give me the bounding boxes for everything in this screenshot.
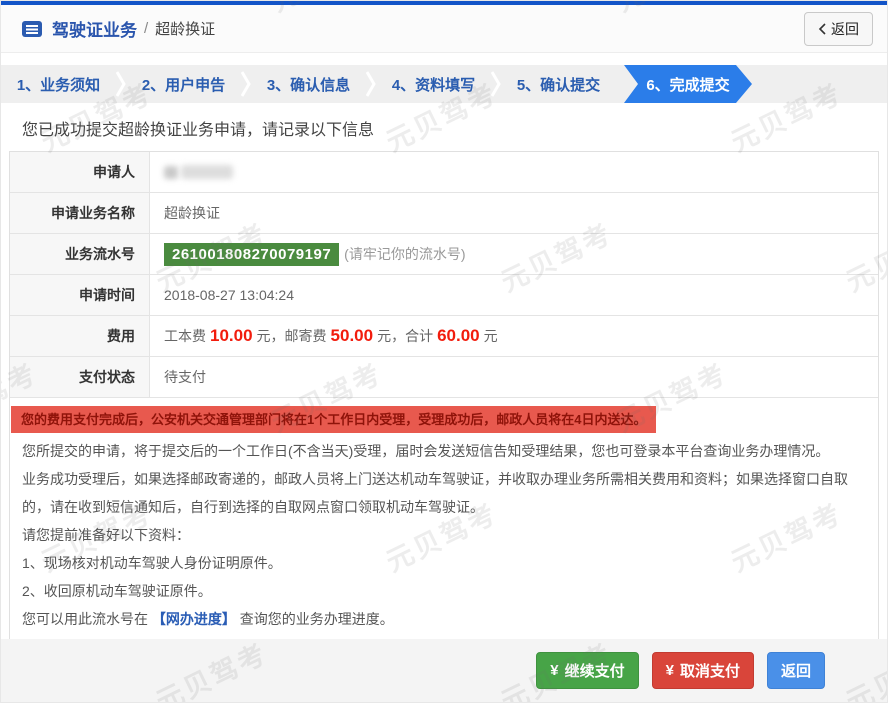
serial-label: 业务流水号: [10, 234, 150, 274]
cancel-payment-label: 取消支付: [679, 663, 740, 680]
table-row-serial: 业务流水号 261001808270079197 (请牢记你的流水号): [10, 234, 878, 275]
serial-number-badge: 261001808270079197: [164, 242, 340, 266]
breadcrumb-current: 超龄换证: [155, 21, 216, 38]
fee-item2-unit: 元，: [377, 328, 406, 344]
progress-note: 您可以用此流水号在 【网办进度】 查询您的业务办理进度。: [22, 605, 866, 633]
table-row-business-name: 申请业务名称 超龄换证: [10, 193, 878, 234]
fee-value-cell: 工本费 10.00 元， 邮寄费 50.00 元， 合计 60.00 元: [150, 316, 878, 356]
chevron-left-icon: [818, 22, 826, 35]
applicant-label: 申请人: [10, 152, 150, 192]
yen-icon: ¥: [665, 662, 674, 679]
fee-total-amount: 60.00: [437, 326, 480, 345]
result-panel: 申请人 申请业务名称 超龄换证 业务流水号 261001808270079197…: [9, 151, 879, 640]
step-separator-icon: [366, 65, 376, 103]
breadcrumb-separator: /: [144, 20, 149, 37]
serial-value-cell: 261001808270079197 (请牢记你的流水号): [150, 234, 878, 274]
business-name-label: 申请业务名称: [10, 193, 150, 233]
continue-payment-label: 继续支付: [564, 663, 625, 680]
footer-back-button[interactable]: 返回: [766, 652, 825, 689]
material-list-item: 2、收回原机动车驾驶证原件。: [22, 583, 212, 599]
instructions-block: 您所提交的申请，将于提交后的一个工作日(不含当天)受理，届时会发送短信告知受理结…: [10, 433, 878, 639]
fee-item1-label: 工本费: [164, 328, 206, 344]
step-separator-icon: [241, 65, 251, 103]
page-header: 驾驶证业务 / 超龄换证 返回: [1, 5, 887, 53]
applicant-value: [150, 152, 878, 192]
step-3-confirm-info: 3、确认信息: [266, 76, 351, 94]
fee-item1-unit: 元，: [256, 328, 285, 344]
apply-time-label: 申请时间: [10, 275, 150, 315]
pay-status-label: 支付状态: [10, 357, 150, 397]
step-separator-icon: [491, 65, 501, 103]
fee-total-unit: 元: [483, 328, 498, 344]
fee-total-label: 合计: [405, 328, 434, 344]
serial-note: (请牢记你的流水号): [344, 246, 466, 262]
step-6-complete-submit-active: 6、完成提交: [624, 65, 752, 103]
footer-back-label: 返回: [780, 663, 811, 680]
online-progress-link[interactable]: 【网办进度】: [152, 611, 236, 627]
progress-note-prefix: 您可以用此流水号在: [22, 611, 148, 627]
material-list-item: 1、现场核对机动车驾驶人身份证明原件。: [22, 555, 282, 571]
table-row-pay-status: 支付状态 待支付: [10, 357, 878, 398]
payment-warning-banner: 您的费用支付完成后，公安机关交通管理部门将在1个工作日内受理，受理成功后，邮政人…: [11, 406, 657, 433]
page-title: 驾驶证业务: [52, 21, 137, 40]
header-back-label: 返回: [831, 20, 859, 37]
step-5-confirm-submit: 5、确认提交: [516, 76, 601, 94]
progress-note-suffix: 查询您的业务办理进度。: [239, 611, 394, 627]
table-row-apply-time: 申请时间 2018-08-27 13:04:24: [10, 275, 878, 316]
fee-item2-label: 邮寄费: [284, 328, 327, 344]
apply-time-value: 2018-08-27 13:04:24: [164, 287, 294, 303]
step-progress-bar: 1、业务须知 2、用户申告 3、确认信息 4、资料填写 5、确认提交 6、完成提…: [1, 65, 887, 103]
applicant-name-redacted: [164, 165, 233, 179]
fee-item2-amount: 50.00: [330, 326, 374, 345]
fee-label: 费用: [10, 316, 150, 356]
instruction-paragraph: 请您提前准备好以下资料：: [22, 527, 190, 543]
instruction-paragraph: 业务成功受理后，如果选择邮政寄递的，邮政人员将上门送达机动车驾驶证，并收取办理业…: [22, 471, 848, 515]
footer-action-bar: ¥ 继续支付 ¥ 取消支付 返回: [1, 639, 887, 702]
header-back-button[interactable]: 返回: [804, 11, 873, 46]
step-4-fill-material: 4、资料填写: [391, 76, 476, 94]
yen-icon: ¥: [550, 662, 559, 679]
fee-item1-amount: 10.00: [210, 326, 253, 345]
business-list-icon: [21, 20, 43, 38]
step-2-user-declaration: 2、用户申告: [141, 76, 226, 94]
continue-payment-button[interactable]: ¥ 继续支付: [536, 652, 639, 689]
cancel-payment-button[interactable]: ¥ 取消支付: [651, 652, 754, 689]
step-1-business-notice: 1、业务须知: [16, 76, 101, 94]
success-message: 您已成功提交超龄换证业务申请，请记录以下信息: [22, 122, 375, 139]
instruction-paragraph: 您所提交的申请，将于提交后的一个工作日(不含当天)受理，届时会发送短信告知受理结…: [22, 443, 830, 459]
table-row-fee: 费用 工本费 10.00 元， 邮寄费 50.00 元， 合计 60.00 元: [10, 316, 878, 357]
step-separator-icon: [116, 65, 126, 103]
business-name-value: 超龄换证: [164, 205, 220, 221]
pay-status-value: 待支付: [164, 369, 206, 385]
page: { "header": { "title": "驾驶证业务", "separat…: [0, 0, 888, 703]
table-row-applicant: 申请人: [10, 152, 878, 193]
